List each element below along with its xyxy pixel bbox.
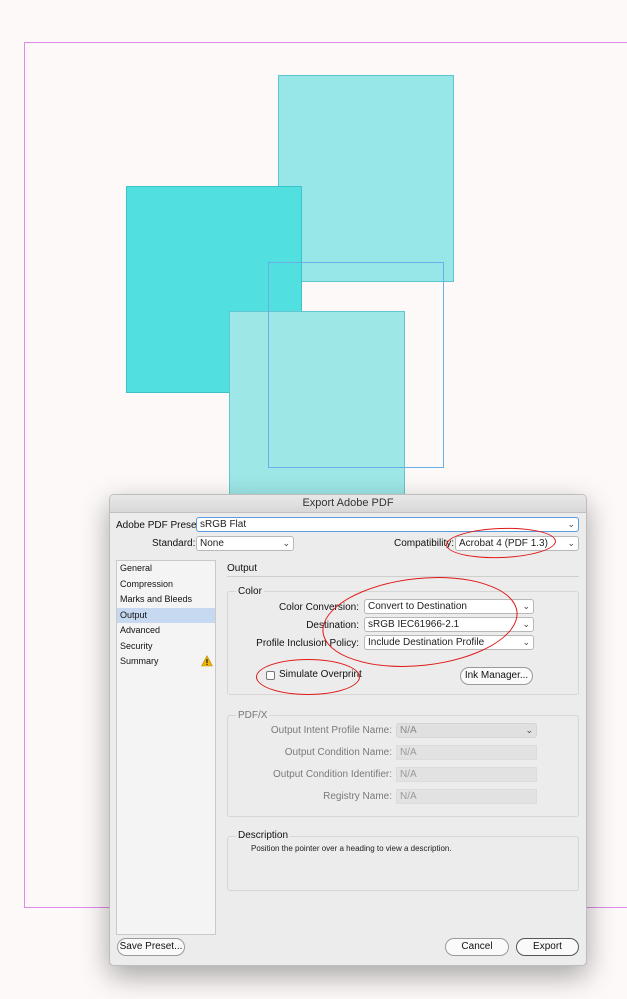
chevron-down-icon: ⌄ [282,538,290,548]
export-button[interactable]: Export [516,938,579,956]
output-identifier-field[interactable]: N/A [396,767,537,782]
chevron-down-icon: ⌄ [567,519,575,529]
sidebar-item-label: Summary [120,656,159,666]
simulate-overprint-label: Simulate Overprint [279,669,362,680]
color-conversion-label: Color Conversion: [278,602,359,613]
registry-name-label: Registry Name: [323,791,392,802]
simulate-overprint-checkbox[interactable] [266,671,275,680]
chevron-down-icon: ⌄ [522,619,530,629]
save-preset-button[interactable]: Save Preset... [117,938,185,956]
panel-divider [227,576,579,577]
sidebar-item-advanced[interactable]: Advanced [117,623,215,639]
sidebar-item-general[interactable]: General [117,561,215,577]
ink-manager-button[interactable]: Ink Manager... [460,667,533,685]
description-text: Position the pointer over a heading to v… [251,844,452,853]
compatibility-label: Compatibility: [394,538,455,549]
chevron-down-icon: ⌄ [525,725,533,735]
chevron-down-icon: ⌄ [522,637,530,647]
standard-label: Standard: [152,538,196,549]
dialog-title: Export Adobe PDF [110,495,586,513]
preset-label: Adobe PDF Preset: [116,520,203,531]
output-condition-field[interactable]: N/A [396,745,537,760]
sidebar-item-summary[interactable]: Summary [117,654,215,670]
cancel-button[interactable]: Cancel [445,938,509,956]
destination-label: Destination: [306,620,359,631]
destination-value: sRGB IEC61966-2.1 [368,619,460,630]
teal-square-top[interactable] [278,75,454,282]
registry-name-field[interactable]: N/A [396,789,537,804]
sidebar-item-output[interactable]: Output [117,607,215,623]
sidebar-item-security[interactable]: Security [117,639,215,655]
compatibility-select[interactable]: Acrobat 4 (PDF 1.3) ⌄ [455,536,579,551]
output-condition-label: Output Condition Name: [284,747,392,758]
panel-title: Output [227,563,258,574]
sidebar-item-compression[interactable]: Compression [117,577,215,593]
color-group-title: Color [236,586,264,597]
output-intent-value: N/A [400,725,417,736]
pdfx-group-title: PDF/X [236,710,270,721]
settings-sidebar: General Compression Marks and Bleeds Out… [116,560,216,935]
color-conversion-value: Convert to Destination [368,601,467,612]
warning-icon [201,655,213,667]
compatibility-value: Acrobat 4 (PDF 1.3) [459,538,548,549]
selection-frame[interactable] [268,262,444,468]
standard-select[interactable]: None ⌄ [196,536,294,551]
destination-select[interactable]: sRGB IEC61966-2.1 ⌄ [364,617,534,632]
preset-value: sRGB Flat [200,519,247,530]
output-intent-label: Output Intent Profile Name: [270,725,392,736]
chevron-down-icon: ⌄ [522,601,530,611]
export-pdf-dialog: Export Adobe PDF Adobe PDF Preset: sRGB … [109,494,587,966]
description-group-title: Description [236,830,291,841]
output-identifier-label: Output Condition Identifier: [273,769,392,780]
output-intent-select[interactable]: N/A ⌄ [396,723,537,738]
standard-value: None [200,538,224,549]
profile-policy-select[interactable]: Include Destination Profile ⌄ [364,635,534,650]
sidebar-item-marks-and-bleeds[interactable]: Marks and Bleeds [117,592,215,608]
preset-select[interactable]: sRGB Flat ⌄ [196,517,579,532]
profile-policy-label: Profile Inclusion Policy: [256,638,359,649]
chevron-down-icon: ⌄ [567,538,575,548]
color-conversion-select[interactable]: Convert to Destination ⌄ [364,599,534,614]
profile-policy-value: Include Destination Profile [368,637,485,648]
